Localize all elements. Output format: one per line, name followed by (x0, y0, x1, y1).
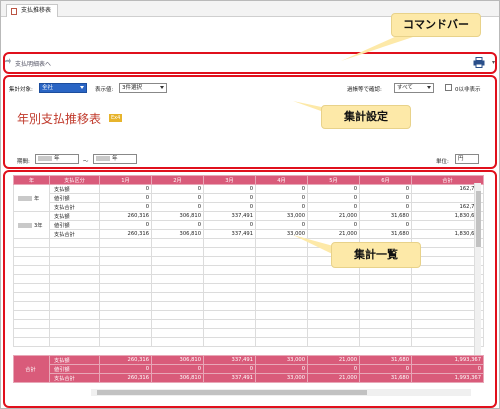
list-outline (3, 170, 497, 408)
settings-outline (3, 75, 497, 169)
callout-command-bar: コマンドバー (391, 13, 481, 37)
tab-payment-trend[interactable]: 支払推移表 (6, 4, 59, 17)
document-icon (11, 8, 17, 15)
tab-label: 支払推移表 (21, 7, 52, 14)
callout-settings: 集計設定 (321, 105, 411, 129)
callout-list: 集計一覧 (331, 242, 421, 268)
app-window: 支払推移表 支払明細表へ ▾ 集計対象: 全社 表示値: 3件選択 過帳等で確認… (0, 0, 500, 409)
command-bar-outline (3, 52, 497, 74)
